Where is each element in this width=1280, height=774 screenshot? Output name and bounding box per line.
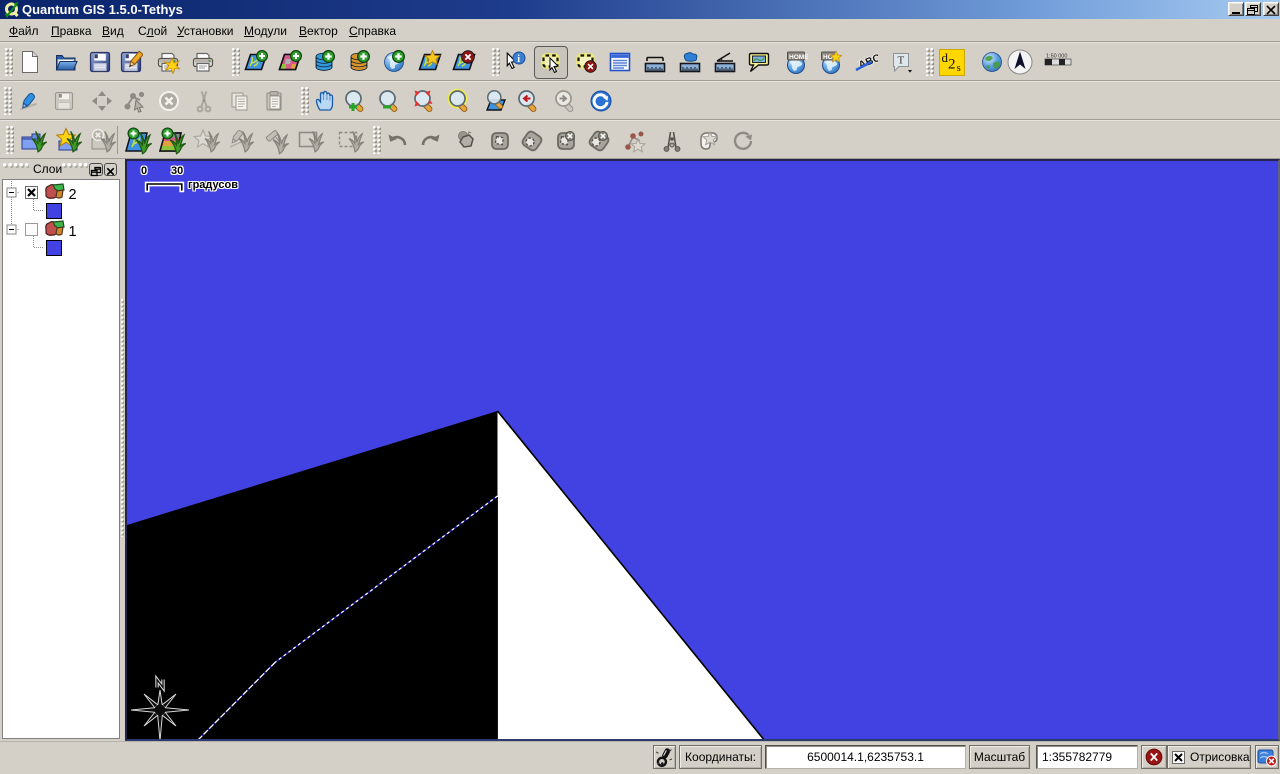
svg-text:2: 2 xyxy=(948,57,956,73)
svg-text:1:50 000: 1:50 000 xyxy=(1046,54,1067,60)
svg-text:T: T xyxy=(898,55,905,67)
svg-text:2: 2 xyxy=(69,187,77,203)
svg-text:1: 1 xyxy=(69,224,77,240)
svg-text:i: i xyxy=(517,54,520,65)
svg-text:HOME: HOME xyxy=(789,54,808,61)
svg-text:s: s xyxy=(957,62,961,74)
